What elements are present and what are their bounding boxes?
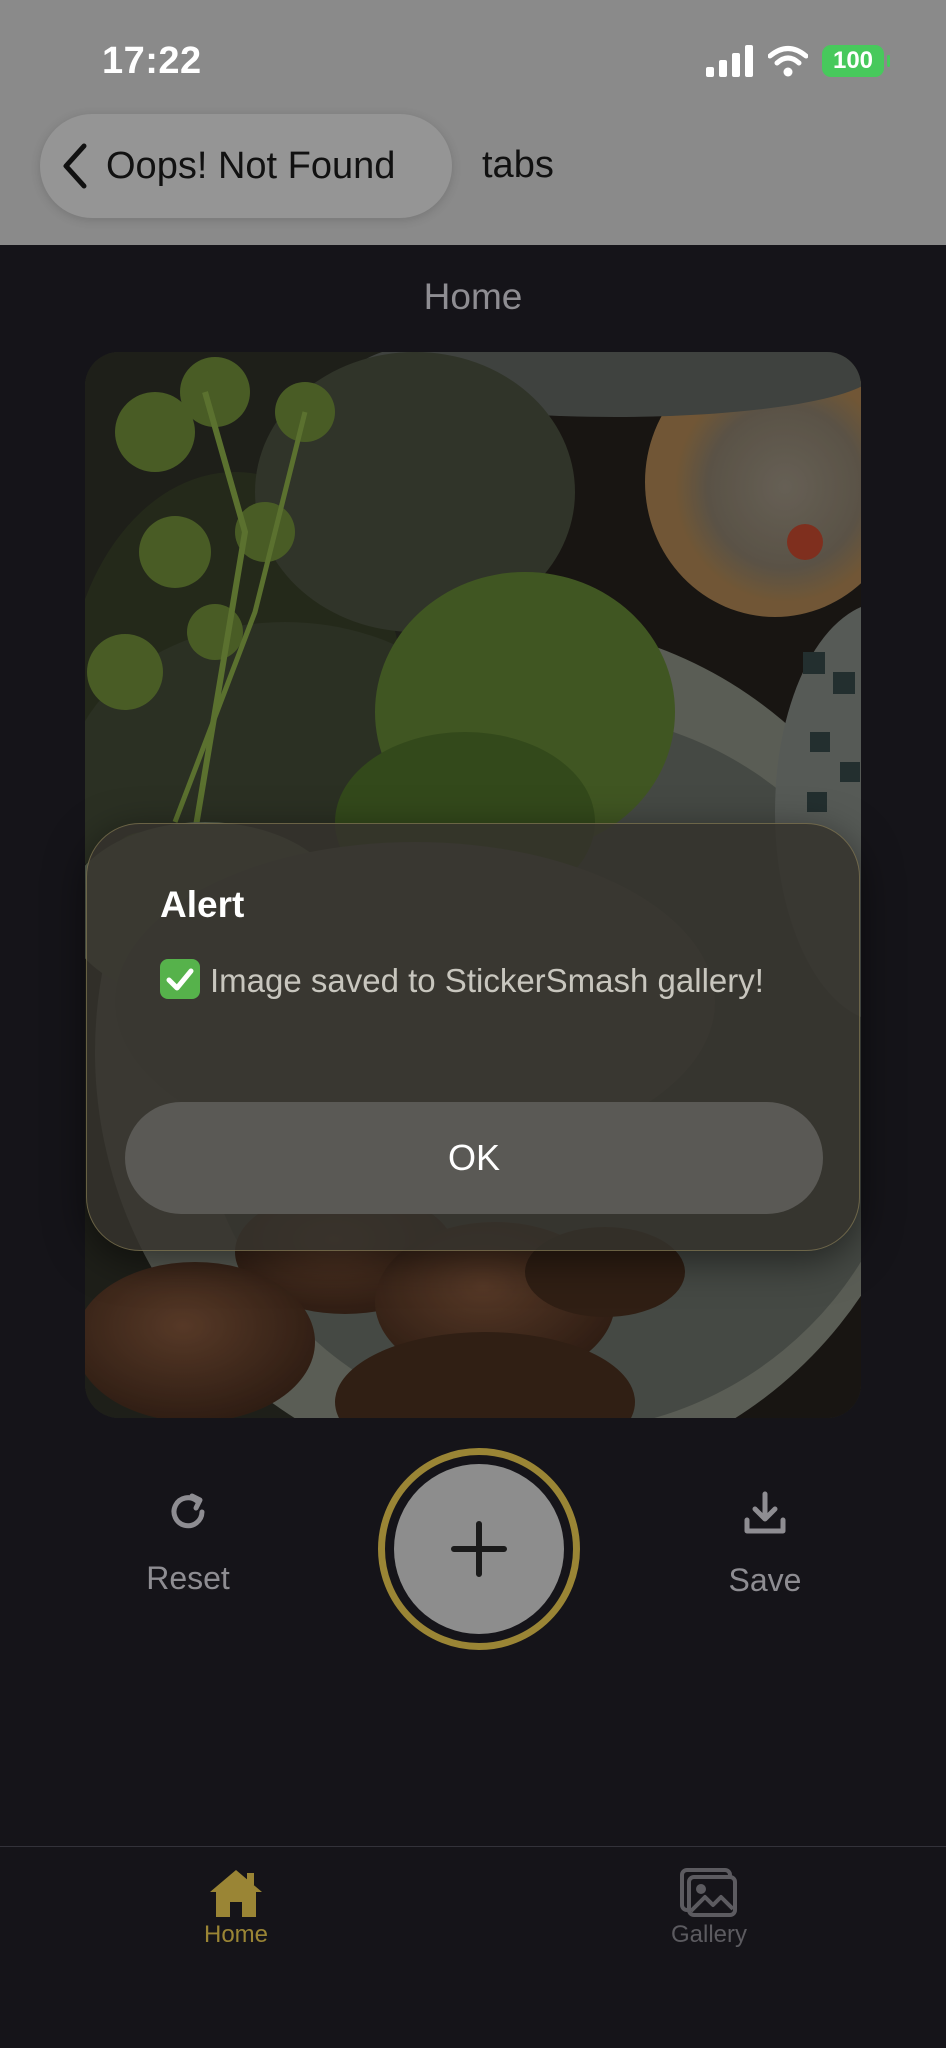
status-time: 17:22 [102, 40, 202, 82]
tab-gallery[interactable]: Gallery [609, 1867, 809, 1949]
reset-button[interactable]: Reset [88, 1490, 288, 1597]
alert-title: Alert [160, 884, 245, 925]
status-icons: 100 [706, 44, 890, 78]
ok-button[interactable]: OK [125, 1102, 823, 1214]
nav-title: tabs [482, 144, 554, 186]
tab-bar: Home Gallery [0, 1846, 946, 2048]
save-button[interactable]: Save [665, 1490, 865, 1599]
top-bar: 17:22 100 Oops! Not Found tabs [0, 0, 946, 245]
tab-home[interactable]: Home [136, 1867, 336, 1949]
tab-home-label: Home [203, 1921, 269, 1948]
alert-dialog: Alert Image saved to StickerSmash galler… [86, 823, 860, 1251]
check-mark-icon [160, 959, 200, 999]
reset-label: Reset [146, 1560, 230, 1596]
add-button-inner [394, 1464, 564, 1634]
refresh-icon [171, 1493, 205, 1529]
wifi-icon [768, 46, 808, 77]
save-label: Save [728, 1562, 802, 1598]
chevron-left-icon [63, 143, 87, 189]
home-icon [210, 1870, 262, 1917]
back-button-label: Oops! Not Found [106, 144, 396, 187]
gallery-icon [680, 1868, 737, 1917]
back-button[interactable]: Oops! Not Found [40, 114, 452, 218]
plus-icon [451, 1521, 507, 1577]
battery-indicator: 100 [822, 45, 890, 77]
tab-gallery-label: Gallery [670, 1921, 748, 1948]
alert-message-text: Image saved to StickerSmash gallery! [210, 962, 764, 999]
alert-message: Image saved to StickerSmash gallery! [160, 954, 780, 1008]
download-icon [744, 1491, 786, 1534]
signal-icon [706, 45, 753, 77]
page-title: Home [423, 276, 523, 317]
add-sticker-button[interactable] [378, 1448, 580, 1650]
